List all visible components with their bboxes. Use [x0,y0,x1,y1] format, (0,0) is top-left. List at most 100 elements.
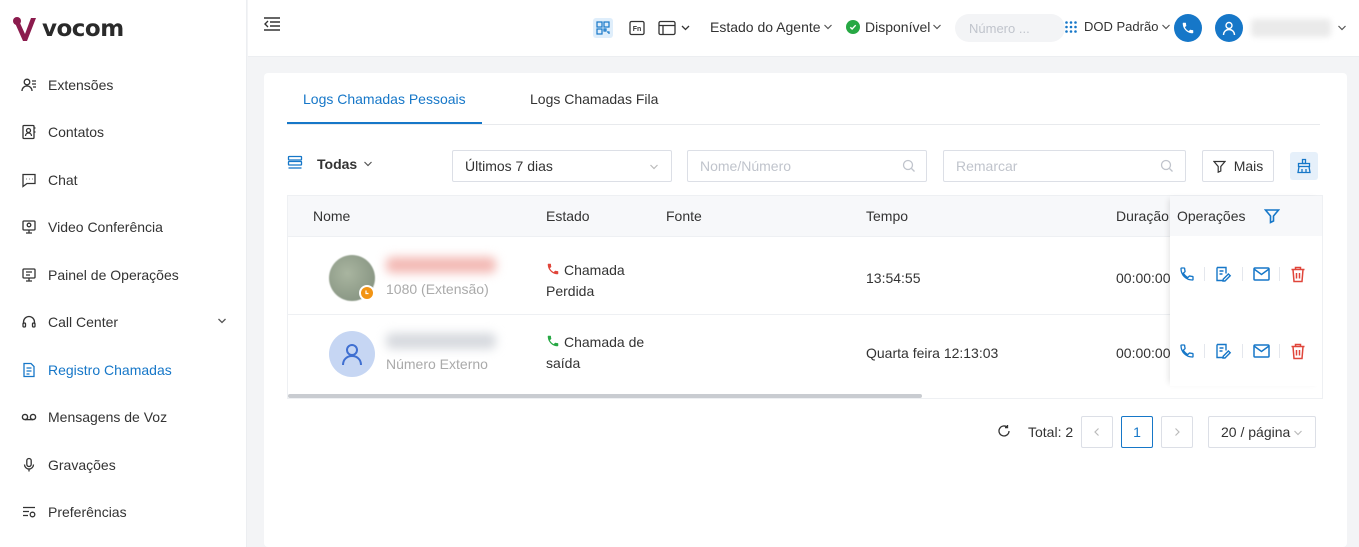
call-back-icon[interactable] [1178,265,1196,283]
contact-name-redacted [386,257,496,273]
list-filter-icon[interactable] [287,155,303,171]
user-name-redacted [1251,19,1331,37]
tab-bar: Logs Chamadas Pessoais Logs Chamadas Fil… [287,73,1320,125]
page-button-current[interactable]: 1 [1121,416,1153,448]
refresh-icon[interactable] [997,424,1011,438]
table-row[interactable]: Número Externo Chamada de saída Quarta f… [288,314,1322,392]
sidebar-item-label: Video Conferência [48,219,163,236]
call-button[interactable] [1174,14,1202,42]
agent-state-dropdown[interactable]: Estado do Agente [710,19,833,35]
filter-bar: Todas Últimos 7 dias Mais [264,150,1347,183]
chevron-down-icon [650,164,658,170]
chevron-down-icon [364,161,373,167]
call-back-icon[interactable] [1178,342,1196,360]
user-icon [1222,21,1236,36]
next-page-button[interactable] [1161,416,1193,448]
contacts-icon [21,124,37,140]
scope-dropdown[interactable]: Todas [317,156,373,172]
operation-separator [1204,267,1205,281]
availability-dropdown[interactable]: Disponível [846,19,942,35]
delete-icon[interactable] [1289,265,1307,283]
call-status-label: Chamada de saída [546,334,645,371]
sidebar-item-label: Contatos [48,124,105,141]
prev-page-button[interactable] [1081,416,1113,448]
dial-number-input[interactable] [955,14,1065,42]
agent-state-label: Estado do Agente [710,19,821,35]
clear-filters-button[interactable] [1290,152,1318,180]
sidebar-item-label: Chat [48,171,78,188]
horizontal-scrollbar[interactable] [288,394,922,398]
remark-search-input[interactable] [943,150,1186,182]
sidebar-item-chat[interactable]: Chat [0,156,247,204]
sidebar-item-registro-chamadas[interactable]: Registro Chamadas [0,346,247,394]
search-icon [1160,159,1173,172]
dod-dropdown[interactable]: DOD Padrão [1064,19,1171,34]
sidebar-item-preferencias[interactable]: Preferências [0,489,247,537]
user-icon [342,344,362,366]
more-filters-button[interactable]: Mais [1202,150,1274,182]
microphone-icon [21,457,37,473]
chevron-down-icon [1162,24,1171,29]
vocom-logo-icon [13,17,36,41]
collapse-menu-icon[interactable] [263,16,281,32]
page-size-select[interactable]: 20 / página [1208,416,1316,448]
operation-separator [1279,344,1280,358]
column-header-name: Nome [313,208,351,224]
call-duration: 00:00:00 [1116,270,1171,286]
dialpad-icon [1065,20,1077,33]
sidebar-item-call-center[interactable]: Call Center [0,299,247,347]
search-icon [902,159,915,172]
preferences-icon [21,504,37,520]
window-layout-icon[interactable] [658,18,692,38]
chevron-down-icon[interactable] [1337,23,1347,33]
sidebar-item-video-conferencia[interactable]: Video Conferência [0,204,247,252]
edit-note-icon[interactable] [1214,265,1232,283]
tab-personal-call-logs[interactable]: Logs Chamadas Pessoais [303,91,466,107]
operations-header: Operações [1170,196,1322,236]
sidebar-item-gravacoes[interactable]: Gravações [0,441,247,489]
call-log-icon [21,362,37,378]
name-number-search-input[interactable] [687,150,927,182]
sidebar-item-contatos[interactable]: Contatos [0,109,247,157]
call-log-table: Nome Estado Fonte Tempo Duração 1080 (Ex… [287,195,1323,399]
more-filters-label: Mais [1233,158,1264,174]
page-size-value: 20 / página [1221,424,1291,440]
chevron-right-icon [1175,428,1180,436]
call-time: Quarta feira 12:13:03 [866,345,999,361]
voicemail-icon [21,409,37,425]
edit-note-icon[interactable] [1214,342,1232,360]
delete-icon[interactable] [1289,342,1307,360]
sidebar-nav: Extensões Contatos Chat Video Conferênci… [0,61,247,536]
operation-separator [1242,267,1243,281]
operation-separator [1204,344,1205,358]
sidebar-item-extensoes[interactable]: Extensões [0,61,247,109]
chevron-down-icon [218,318,226,323]
column-header-duration: Duração [1116,208,1169,224]
headset-icon [21,314,37,330]
call-time: 13:54:55 [866,270,921,286]
chevron-left-icon [1094,428,1099,436]
video-conference-icon [21,219,37,235]
function-key-icon[interactable]: Fn [627,18,647,38]
mail-icon[interactable] [1252,342,1270,360]
user-avatar[interactable] [1215,14,1243,42]
table-row[interactable]: 1080 (Extensão) Chamada Perdida 13:54:55… [288,236,1322,314]
qr-code-icon[interactable] [593,18,613,38]
logo: vocom [12,14,124,44]
sidebar-item-painel-operacoes[interactable]: Painel de Operações [0,251,247,299]
sidebar-item-mensagens-voz[interactable]: Mensagens de Voz [0,394,247,442]
chat-icon [21,172,37,188]
call-duration: 00:00:00 [1116,345,1171,361]
sidebar-item-label: Painel de Operações [48,266,179,283]
mail-icon[interactable] [1252,265,1270,283]
column-header-time: Tempo [866,208,909,224]
operations-panel-icon [21,267,37,283]
outgoing-call-icon [547,335,559,347]
period-select[interactable]: Últimos 7 dias [452,150,672,182]
tab-queue-call-logs[interactable]: Logs Chamadas Fila [530,91,658,107]
sidebar-item-label: Gravações [48,456,116,473]
period-value: Últimos 7 dias [465,158,553,174]
contact-subtitle: 1080 (Extensão) [386,281,489,297]
availability-label: Disponível [865,19,931,35]
column-filter-icon[interactable] [1264,208,1280,224]
